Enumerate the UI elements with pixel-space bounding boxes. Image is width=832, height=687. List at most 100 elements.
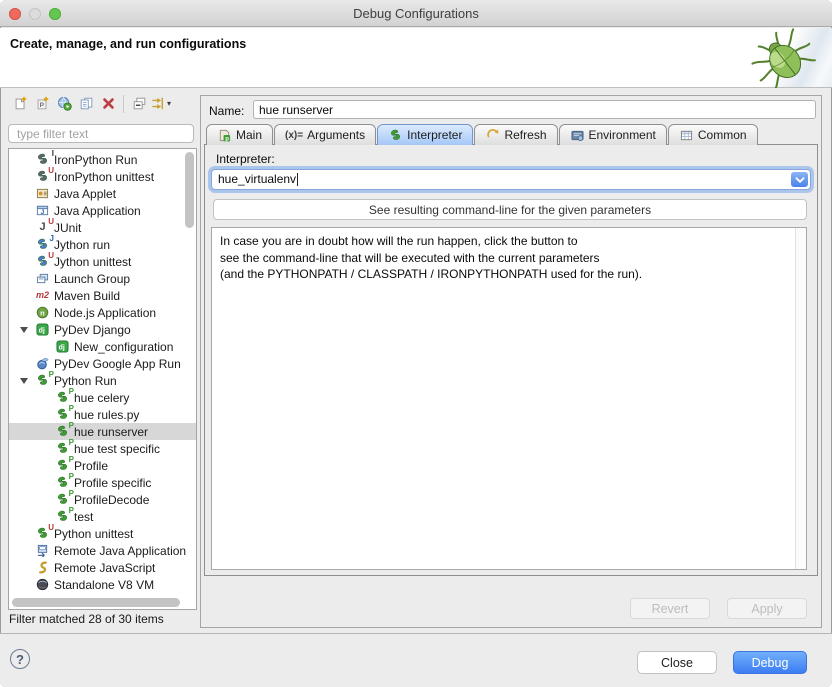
- tree-item-label: Python unittest: [54, 527, 133, 541]
- tree-item-label: Remote Java Application: [54, 544, 186, 558]
- configurations-tree: IIronPython RunUIronPython unittestJava …: [8, 148, 197, 610]
- filter-status: Filter matched 28 of 30 items: [9, 612, 164, 626]
- tab-label: Interpreter: [407, 128, 462, 142]
- collapse-all-button[interactable]: [128, 93, 150, 114]
- tab-common[interactable]: Common: [668, 124, 758, 145]
- tree-item-remote-java-application[interactable]: Remote Java Application: [9, 542, 196, 559]
- debug-button[interactable]: Debug: [733, 651, 807, 674]
- tab-main[interactable]: pMain: [206, 124, 273, 145]
- tree-item-jython-unittest[interactable]: U Jython unittest: [9, 253, 196, 270]
- python-run-icon: P: [55, 493, 70, 507]
- tree-item-java-applet[interactable]: Java Applet: [9, 185, 196, 202]
- tab-bar: pMain(x)=Arguments Interpreter RefreshEnvi…: [206, 123, 759, 145]
- close-button[interactable]: Close: [637, 651, 717, 674]
- java-applet-icon: [35, 187, 50, 201]
- tree-item-profile-specific[interactable]: PProfile specific: [9, 474, 196, 491]
- jython-unittest-icon: U: [35, 255, 50, 269]
- nodejs-application-icon: n: [35, 306, 50, 320]
- combo-dropdown-button[interactable]: [791, 172, 808, 187]
- tree-item-ironpython-run[interactable]: IIronPython Run: [9, 151, 196, 168]
- python-unittest-icon: U: [35, 527, 50, 541]
- interpreter-combo-value: hue_virtualenv: [218, 173, 298, 186]
- tree-horizontal-scrollbar[interactable]: [12, 598, 180, 607]
- tree-item-pydev-google-app-run[interactable]: PyDev Google App Run: [9, 355, 196, 372]
- tree-item-new-configuration[interactable]: djNew_configuration: [9, 338, 196, 355]
- titlebar[interactable]: Debug Configurations: [0, 0, 832, 27]
- tree-item-ironpython-unittest[interactable]: UIronPython unittest: [9, 168, 196, 185]
- delete-launch-configuration-button[interactable]: [97, 93, 119, 114]
- tree-item-label: Maven Build: [54, 289, 120, 303]
- tab-label: Main: [236, 128, 262, 142]
- apply-button[interactable]: Apply: [727, 598, 807, 619]
- svg-text:J: J: [41, 209, 45, 216]
- tree-item-label: JUnit: [54, 221, 81, 235]
- tree-item-profile[interactable]: PProfile: [9, 457, 196, 474]
- tree-item-launch-group[interactable]: Launch Group: [9, 270, 196, 287]
- expand-triangle-icon[interactable]: [20, 378, 28, 384]
- tab-arguments[interactable]: (x)=Arguments: [274, 124, 376, 145]
- help-button[interactable]: ?: [10, 649, 30, 669]
- tab-interpreter[interactable]: Interpreter: [377, 124, 473, 145]
- info-area-scrollbar: [795, 228, 806, 569]
- tree-item-python-run[interactable]: PPython Run: [9, 372, 196, 389]
- tree-vertical-scrollbar[interactable]: [185, 152, 194, 228]
- duplicate-launch-configuration-button[interactable]: [75, 93, 97, 114]
- tree-item-label: hue rules.py: [74, 408, 139, 422]
- revert-button[interactable]: Revert: [630, 598, 710, 619]
- svg-text:P: P: [39, 102, 44, 109]
- interpreter-combo[interactable]: hue_virtualenv: [211, 169, 811, 190]
- tree-item-label: Remote JavaScript: [54, 561, 155, 575]
- chevron-down-icon: [795, 176, 805, 184]
- tree-item-hue-rules-py[interactable]: Phue rules.py: [9, 406, 196, 423]
- remote-javascript-icon: [35, 561, 50, 575]
- info-text-area[interactable]: In case you are in doubt how will the ru…: [211, 227, 807, 570]
- tree-item-test[interactable]: Ptest: [9, 508, 196, 525]
- tab-environment[interactable]: Environment: [559, 124, 667, 145]
- tree-item-profiledecode[interactable]: PProfileDecode: [9, 491, 196, 508]
- tree-item-label: Python Run: [54, 374, 117, 388]
- delete-icon: [101, 97, 116, 111]
- export-launch-configurations-button[interactable]: [53, 93, 75, 114]
- tree-item-jython-run[interactable]: JJython run: [9, 236, 196, 253]
- name-label: Name:: [209, 104, 244, 118]
- expand-triangle-icon[interactable]: [20, 327, 28, 333]
- tree-item-standalone-v8-vm[interactable]: Standalone V8 VM: [9, 576, 196, 593]
- panel-buttons: Revert Apply: [630, 598, 807, 619]
- debug-configurations-window: Debug Configurations Create, manage, and…: [0, 0, 832, 687]
- ironpython-run-icon: I: [35, 153, 50, 167]
- filter-launch-configurations-button[interactable]: ▾: [150, 93, 172, 114]
- dialog-header-title: Create, manage, and run configurations: [0, 28, 832, 51]
- tree-item-python-unittest[interactable]: U Python unittest: [9, 525, 196, 542]
- dialog-footer: ? Close Debug: [0, 633, 832, 687]
- remote-java-application-icon: [35, 544, 50, 558]
- tree-item-java-application[interactable]: JJava Application: [9, 202, 196, 219]
- tree-item-label: IronPython unittest: [54, 170, 154, 184]
- svg-text:dj: dj: [39, 328, 45, 335]
- dialog-header: Create, manage, and run configurations: [0, 28, 832, 88]
- debug-bug-icon: [732, 28, 832, 87]
- new-launch-prototype-button[interactable]: P: [31, 93, 53, 114]
- tree-item-junit[interactable]: JUJUnit: [9, 219, 196, 236]
- tree-rows: IIronPython RunUIronPython unittestJava …: [9, 151, 196, 593]
- tree-item-hue-runserver[interactable]: Phue runserver: [9, 423, 196, 440]
- filter-input[interactable]: [8, 124, 194, 143]
- tree-item-hue-test-specific[interactable]: Phue test specific: [9, 440, 196, 457]
- tree-item-pydev-django[interactable]: dj PyDev Django: [9, 321, 196, 338]
- see-command-line-button[interactable]: See resulting command-line for the given…: [213, 199, 807, 220]
- tree-item-label: Jython unittest: [54, 255, 131, 269]
- tree-item-remote-javascript[interactable]: Remote JavaScript: [9, 559, 196, 576]
- refresh-icon: [485, 128, 500, 142]
- tab-refresh[interactable]: Refresh: [474, 124, 557, 145]
- new-launch-configuration-button[interactable]: [9, 93, 31, 114]
- pydev-google-app-run-icon: [35, 357, 50, 371]
- tree-item-hue-celery[interactable]: Phue celery: [9, 389, 196, 406]
- tree-item-label: hue runserver: [74, 425, 148, 439]
- tree-item-label: Java Applet: [54, 187, 116, 201]
- name-input[interactable]: [253, 100, 816, 119]
- tree-item-label: PyDev Django: [54, 323, 131, 337]
- standalone-v8-vm-icon: [35, 578, 50, 592]
- tree-item-maven-build[interactable]: m2Maven Build: [9, 287, 196, 304]
- configuration-panel: Name: pMain(x)=Arguments Interpreter Refre…: [200, 95, 822, 628]
- new-config-icon: [13, 97, 28, 111]
- tree-item-node-js-application[interactable]: nNode.js Application: [9, 304, 196, 321]
